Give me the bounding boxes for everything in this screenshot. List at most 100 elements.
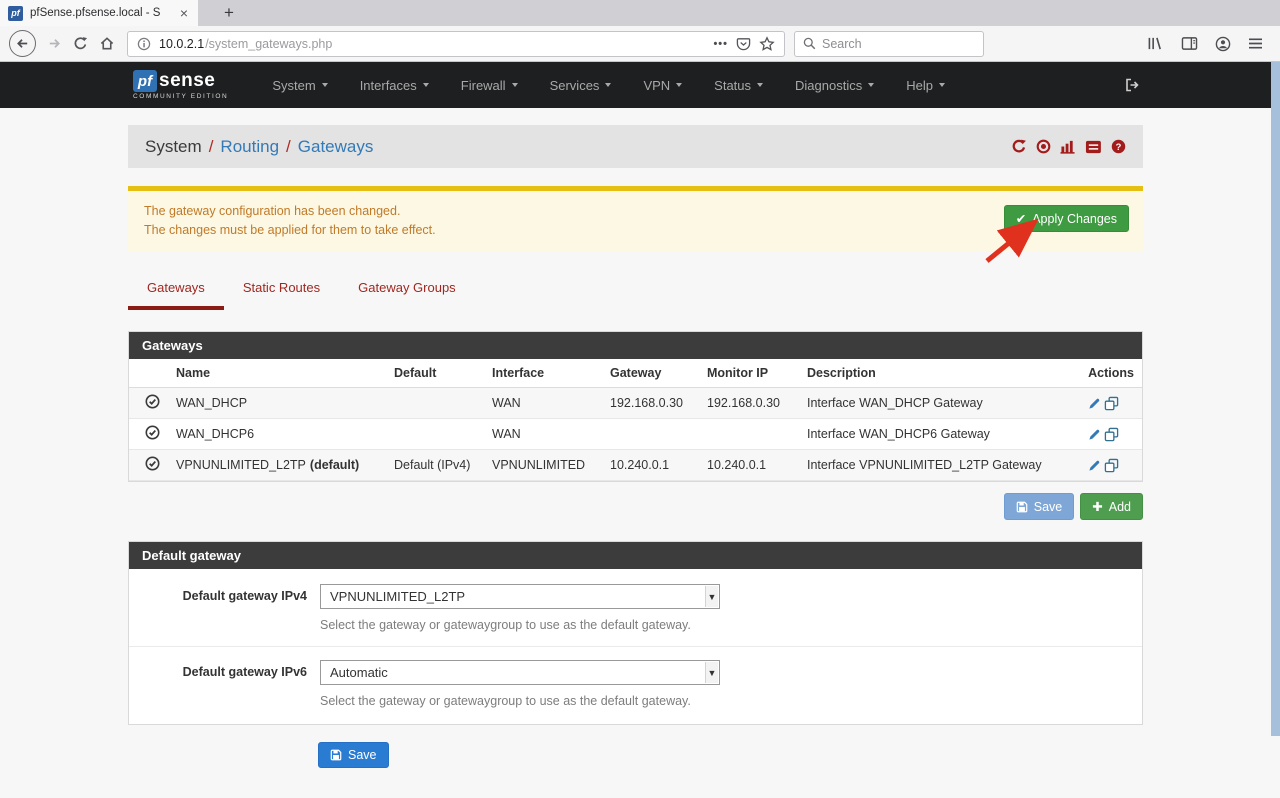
routing-tabs: Gateways Static Routes Gateway Groups [128,280,1143,310]
copy-icon[interactable] [1104,396,1119,411]
select-dropdown-arrow-icon: ▼ [705,662,718,683]
reload-icon [73,36,88,51]
nav-item-services[interactable]: Services [534,78,628,93]
default-gateway-panel: Default gateway Default gateway IPv4 VPN… [128,541,1143,725]
gateway-default-suffix: (default) [310,458,359,472]
traffic-graph-icon[interactable] [1060,139,1076,154]
nav-item-vpn[interactable]: VPN [627,78,698,93]
gateway-address [602,419,699,450]
breadcrumb-separator: / [279,137,298,157]
site-info-icon[interactable] [137,37,151,51]
edit-pencil-icon[interactable] [1088,459,1101,472]
tab-gateways[interactable]: Gateways [128,280,224,310]
table-row: WAN_DHCP WAN 192.168.0.30 192.168.0.30 I… [129,388,1142,419]
save-label: Save [1034,500,1063,514]
url-host: 10.0.2.1 [159,37,204,51]
reload-button[interactable] [73,36,88,51]
nav-item-help[interactable]: Help [890,78,961,93]
breadcrumb-gateways-link[interactable]: Gateways [298,137,374,157]
ipv6-gateway-help: Select the gateway or gatewaygroup to us… [320,694,720,708]
gateway-name: WAN_DHCP [176,396,247,410]
status-icon[interactable] [1036,139,1051,154]
url-bar[interactable]: 10.0.2.1 /system_gateways.php ••• [127,31,785,57]
bookmark-star-icon[interactable] [759,36,775,52]
forward-button[interactable] [47,36,62,51]
tab-gateway-groups[interactable]: Gateway Groups [339,280,475,310]
chevron-down-icon [605,83,611,87]
sidebar-icon[interactable] [1181,36,1198,51]
ipv4-gateway-select[interactable]: VPNUNLIMITED_L2TP ▼ [320,584,720,609]
nav-item-firewall[interactable]: Firewall [445,78,534,93]
nav-item-label: Interfaces [360,78,417,93]
logout-icon [1124,77,1140,93]
ipv4-gateway-label: Default gateway IPv4 [129,584,307,632]
nav-item-diagnostics[interactable]: Diagnostics [779,78,890,93]
menu-hamburger-icon[interactable] [1248,37,1263,50]
breadcrumb-routing-link[interactable]: Routing [220,137,279,157]
refresh-icon[interactable] [1011,139,1027,154]
apply-changes-button[interactable]: ✔ Apply Changes [1004,205,1129,232]
account-icon[interactable] [1215,36,1231,52]
form-row-ipv4: Default gateway IPv4 VPNUNLIMITED_L2TP ▼… [129,571,1142,646]
search-icon [803,37,816,50]
form-row-ipv6: Default gateway IPv6 Automatic ▼ Select … [129,646,1142,722]
pfsense-logo[interactable]: pf sense COMMUNITY EDITION [133,70,228,100]
home-button[interactable] [99,36,115,51]
gateway-interface: WAN [484,388,602,419]
save-button[interactable]: Save [1004,493,1075,520]
edit-pencil-icon[interactable] [1088,397,1101,410]
help-icon[interactable]: ? [1111,139,1126,154]
save-default-gateway-button[interactable]: Save [318,742,389,768]
gateway-default: Default (IPv4) [386,450,484,481]
nav-item-label: Firewall [461,78,506,93]
new-tab-button[interactable]: + [214,3,244,26]
gateway-status-check-circle-icon [145,456,160,471]
apply-changes-alert: The gateway configuration has been chang… [128,191,1143,252]
pfsense-logo-mark: pf [133,70,157,92]
log-icon[interactable] [1085,140,1102,154]
search-bar[interactable] [794,31,984,57]
nav-item-interfaces[interactable]: Interfaces [344,78,445,93]
chevron-down-icon [676,83,682,87]
copy-icon[interactable] [1104,458,1119,473]
add-button[interactable]: ✚ Add [1080,493,1143,520]
gateway-description: Interface VPNUNLIMITED_L2TP Gateway [799,450,1080,481]
gateway-name: VPNUNLIMITED_L2TP [176,458,306,472]
gateway-description: Interface WAN_DHCP6 Gateway [799,419,1080,450]
ipv4-gateway-selected-value: VPNUNLIMITED_L2TP [330,589,465,604]
library-icon[interactable] [1147,36,1164,51]
tab-close-icon[interactable]: × [178,6,190,20]
pfsense-navbar: pf sense COMMUNITY EDITION System Interf… [0,62,1280,108]
chevron-down-icon [512,83,518,87]
gateway-status-check-circle-icon [145,394,160,409]
col-header-monitor-ip: Monitor IP [699,359,799,388]
copy-icon[interactable] [1104,427,1119,442]
chevron-down-icon [939,83,945,87]
svg-text:?: ? [1116,142,1122,152]
page-scrollbar[interactable] [1271,62,1280,736]
col-header-default: Default [386,359,484,388]
apply-changes-label: Apply Changes [1032,212,1117,226]
logout-button[interactable] [1124,77,1140,98]
gateway-monitor-ip: 10.240.0.1 [699,450,799,481]
gateway-interface: WAN [484,419,602,450]
gateway-default [386,388,484,419]
nav-item-system[interactable]: System [256,78,343,93]
gateway-interface: VPNUNLIMITED [484,450,602,481]
alert-line2: The changes must be applied for them to … [144,221,1127,240]
floppy-save-icon [1016,501,1028,513]
breadcrumb: System / Routing / Gateways ? [128,125,1143,168]
page-actions-icon[interactable]: ••• [713,38,728,50]
ipv6-gateway-select[interactable]: Automatic ▼ [320,660,720,685]
browser-tab[interactable]: pf pfSense.pfsense.local - S × [0,0,198,26]
ipv4-gateway-help: Select the gateway or gatewaygroup to us… [320,618,720,632]
arrow-left-icon [15,36,30,51]
gateway-description: Interface WAN_DHCP Gateway [799,388,1080,419]
tab-static-routes[interactable]: Static Routes [224,280,339,310]
pocket-icon[interactable] [736,36,751,51]
edit-pencil-icon[interactable] [1088,428,1101,441]
search-input[interactable] [822,37,952,51]
gateway-monitor-ip [699,419,799,450]
back-button[interactable] [9,30,36,57]
nav-item-status[interactable]: Status [698,78,779,93]
